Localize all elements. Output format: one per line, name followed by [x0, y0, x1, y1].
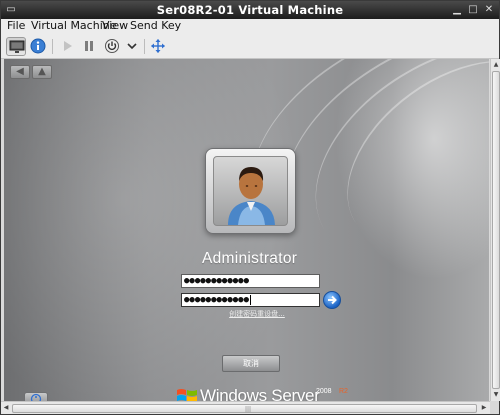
- scroll-down-icon[interactable]: ▼: [492, 390, 500, 400]
- pause-icon[interactable]: [79, 37, 99, 56]
- monitor-icon[interactable]: [6, 37, 26, 56]
- toolbar-separator: [52, 39, 53, 54]
- vertical-scroll-thumb[interactable]: [492, 71, 500, 389]
- vm-window: ▭ Ser08R2-01 Virtual Machine ▁ □ ✕ File …: [0, 0, 500, 415]
- toolbar: [1, 34, 499, 59]
- brand-release: R2: [339, 388, 348, 395]
- brand-wordmark: Windows Server: [200, 386, 320, 401]
- close-icon[interactable]: ✕: [483, 4, 495, 16]
- confirm-password-mask: ●●●●●●●●●●●●: [184, 295, 250, 305]
- power-options-dropdown[interactable]: [122, 37, 142, 56]
- brand-version: 2008: [316, 388, 332, 395]
- guest-screen[interactable]: ◀ ▲ Administrator ●●●●●●●●●●●● ●●●●●●●●●…: [4, 59, 489, 401]
- fullscreen-move-icon[interactable]: [148, 37, 168, 56]
- up-arrow-icon: ▲: [38, 66, 46, 77]
- text-caret: [250, 294, 252, 305]
- play-icon[interactable]: [57, 37, 77, 56]
- username-label: Administrator: [202, 250, 298, 267]
- user-avatar-icon: [228, 167, 275, 225]
- info-icon[interactable]: [28, 37, 48, 56]
- back-button[interactable]: ◀: [10, 65, 30, 79]
- password-mask: ●●●●●●●●●●●●: [184, 276, 250, 286]
- arrow-right-icon: [328, 295, 337, 305]
- submit-arrow-button[interactable]: [323, 291, 341, 309]
- toolbar-separator: [144, 39, 145, 54]
- switch-user-button[interactable]: ▲: [32, 65, 52, 79]
- menu-view[interactable]: View: [102, 19, 128, 33]
- windows-flag-icon: [177, 389, 197, 401]
- scroll-left-icon[interactable]: ◀: [1, 403, 11, 413]
- window-title: Ser08R2-01 Virtual Machine: [156, 3, 344, 17]
- power-icon[interactable]: [102, 37, 122, 56]
- horizontal-scroll-thumb[interactable]: |||: [12, 404, 477, 413]
- menu-bar: File Virtual Machine View Send Key: [1, 19, 499, 34]
- ease-of-access-button[interactable]: [24, 392, 48, 401]
- avatar: [213, 156, 288, 226]
- scroll-right-icon[interactable]: ▶: [479, 403, 489, 413]
- user-tile: [205, 148, 296, 234]
- scroll-up-icon[interactable]: ▲: [492, 60, 500, 70]
- minimize-icon[interactable]: ▁: [451, 4, 463, 16]
- scroll-grip-icon: |||: [245, 406, 252, 413]
- confirm-password-field[interactable]: ●●●●●●●●●●●●: [181, 293, 320, 307]
- password-field[interactable]: ●●●●●●●●●●●●: [181, 274, 320, 288]
- cancel-button[interactable]: 取消: [222, 355, 280, 372]
- menu-file[interactable]: File: [7, 19, 25, 33]
- maximize-icon[interactable]: □: [467, 4, 479, 16]
- horizontal-scrollbar[interactable]: ◀ ||| ▶: [1, 401, 490, 414]
- ease-of-access-icon: [30, 393, 42, 401]
- menu-send-key[interactable]: Send Key: [130, 19, 181, 33]
- vertical-scrollbar[interactable]: ▲ ▼: [490, 59, 500, 401]
- title-bar[interactable]: ▭ Ser08R2-01 Virtual Machine ▁ □ ✕: [1, 1, 499, 19]
- back-arrow-icon: ◀: [16, 66, 24, 77]
- create-reset-disk-link[interactable]: 创建密码重设盘...: [222, 309, 292, 319]
